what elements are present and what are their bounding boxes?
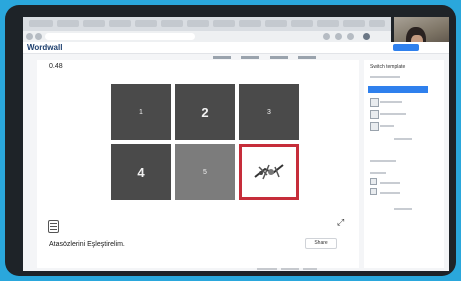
browser-tab[interactable] xyxy=(187,20,209,27)
browser-tab[interactable] xyxy=(57,20,79,27)
sidebar-subtitle xyxy=(370,76,400,78)
url-input[interactable] xyxy=(45,33,195,40)
header-link[interactable] xyxy=(298,56,317,59)
score-display: 0.48 xyxy=(49,63,63,70)
sidebar-title: Switch template xyxy=(370,64,406,70)
screen-frame: Wordwall f t + 0.48 1 2 3 xyxy=(5,5,456,276)
browser-tab[interactable] xyxy=(213,20,235,27)
profile-icon[interactable] xyxy=(363,33,370,40)
template-sidebar: Switch template xyxy=(364,60,444,268)
tile-1[interactable]: 1 xyxy=(111,84,171,140)
template-option-label xyxy=(380,101,402,103)
browser-address-bar xyxy=(23,31,391,42)
tile-5[interactable]: 5 xyxy=(175,144,235,200)
tile-2[interactable]: 2 xyxy=(175,84,235,140)
tile-label: 4 xyxy=(137,164,145,180)
site-header: Wordwall xyxy=(23,42,449,59)
option-row xyxy=(370,172,386,174)
extension-icon[interactable] xyxy=(335,33,342,40)
browser-tab[interactable] xyxy=(239,20,261,27)
browser-tab[interactable] xyxy=(291,20,313,27)
option-checkbox[interactable] xyxy=(370,188,377,195)
show-more-link[interactable] xyxy=(394,138,412,140)
option-row xyxy=(380,192,400,194)
browser-tab[interactable] xyxy=(135,20,157,27)
activity-meta xyxy=(257,257,321,275)
template-option-selected[interactable] xyxy=(368,86,428,93)
template-thumb[interactable] xyxy=(370,110,379,119)
extension-icon[interactable] xyxy=(323,33,330,40)
header-link[interactable] xyxy=(213,56,231,59)
browser-tab[interactable] xyxy=(109,20,131,27)
option-row xyxy=(380,182,400,184)
browser-tab[interactable] xyxy=(369,20,385,27)
header-link[interactable] xyxy=(241,56,260,59)
extension-icon[interactable] xyxy=(347,33,354,40)
share-button[interactable]: Share xyxy=(305,238,337,249)
back-icon[interactable] xyxy=(26,33,33,40)
tile-label: 3 xyxy=(267,108,271,116)
browser-tab[interactable] xyxy=(161,20,183,27)
template-thumb[interactable] xyxy=(370,122,379,131)
illustration-icon xyxy=(254,164,284,180)
options-heading xyxy=(370,160,396,162)
browser-tab[interactable] xyxy=(317,20,339,27)
list-icon[interactable] xyxy=(48,220,59,233)
browser-tab[interactable] xyxy=(83,20,105,27)
activity-panel: 0.48 1 2 3 4 5 ⤢ Atasözlerini Eşleştirel… xyxy=(37,60,359,270)
browser-tab[interactable] xyxy=(343,20,365,27)
template-option-label xyxy=(380,113,406,115)
option-checkbox[interactable] xyxy=(370,178,377,185)
forward-icon[interactable] xyxy=(35,33,42,40)
header-link[interactable] xyxy=(269,56,288,59)
activity-title: Atasözlerini Eşleştirelim. xyxy=(49,241,125,248)
site-logo[interactable]: Wordwall xyxy=(27,43,62,52)
tile-label: 2 xyxy=(201,104,209,120)
show-more-link[interactable] xyxy=(394,208,412,210)
browser-tab[interactable] xyxy=(29,20,53,27)
browser-tab[interactable] xyxy=(265,20,287,27)
template-option-label xyxy=(380,125,394,127)
template-thumb[interactable] xyxy=(370,98,379,107)
tile-revealed-image[interactable] xyxy=(239,144,299,200)
expand-icon[interactable]: ⤢ xyxy=(337,218,344,227)
header-cta-button[interactable] xyxy=(393,44,419,51)
wordwall-page: Wordwall f t + 0.48 1 2 3 xyxy=(23,42,449,271)
tile-3[interactable]: 3 xyxy=(239,84,299,140)
tile-label: 1 xyxy=(139,108,143,116)
browser-tab-bar xyxy=(23,17,391,31)
tile-label: 5 xyxy=(203,168,207,176)
tile-4[interactable]: 4 xyxy=(111,144,171,200)
